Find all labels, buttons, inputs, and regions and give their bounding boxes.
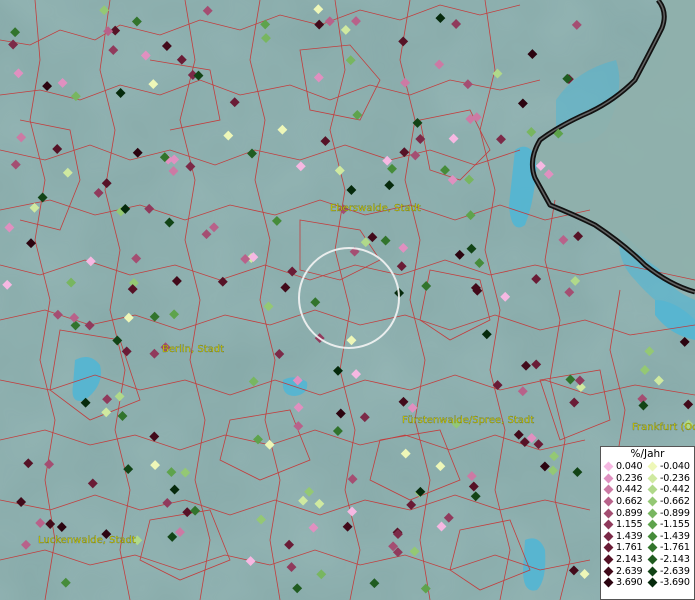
legend-swatch: [603, 496, 614, 507]
legend-row: 2.639: [603, 565, 648, 577]
legend-row: 0.236: [603, 472, 648, 485]
legend-row: 0.662: [603, 496, 648, 508]
legend-swatch: [603, 473, 614, 484]
legend-swatch: [647, 485, 658, 495]
legend-row: -2.639: [647, 565, 690, 577]
legend-swatch: [603, 531, 614, 542]
legend-row: -0.662: [647, 496, 690, 508]
legend-row: 2.143: [603, 554, 648, 566]
legend-row: 3.690: [603, 577, 648, 589]
legend-swatch: [647, 519, 658, 530]
legend-swatch: [603, 566, 614, 577]
legend-swatch: [647, 577, 658, 588]
legend-swatch: [603, 519, 614, 530]
legend-swatch: [647, 566, 658, 577]
legend-value: 0.899: [616, 507, 643, 519]
legend-value: -1.155: [660, 519, 690, 531]
legend-row: -0.442: [647, 484, 690, 496]
legend-swatch: [647, 531, 658, 542]
legend-value: -0.236: [660, 472, 690, 484]
legend-swatch: [603, 543, 614, 553]
legend-value: 0.662: [616, 496, 643, 508]
legend-value: 2.639: [616, 565, 643, 577]
legend-row: 0.899: [603, 507, 648, 519]
legend-value: 0.040: [616, 461, 643, 473]
legend-value: 3.690: [616, 577, 643, 589]
legend-value: -0.662: [660, 496, 690, 508]
legend-row: -1.439: [647, 530, 690, 543]
legend-negative-column: -0.040 -0.236 -0.442 -0.662 -0.899 -1.155 -1.4…: [647, 461, 690, 589]
legend-row: -0.040: [647, 461, 690, 473]
legend-row: -1.761: [647, 542, 690, 554]
legend-swatch: [647, 554, 658, 565]
city-label-berlin: Berlin, Stadt: [162, 344, 224, 355]
legend-swatch: [647, 461, 658, 472]
legend-value: -1.761: [660, 542, 690, 554]
legend-swatch: [603, 554, 614, 565]
legend-swatch: [647, 508, 658, 519]
legend-value: -0.442: [660, 484, 690, 496]
legend-value: 2.143: [616, 554, 643, 566]
legend-row: -1.155: [647, 519, 690, 531]
legend-row: 1.155: [603, 519, 648, 531]
legend: %/Jahr 0.040 0.236 0.442 0.662 0.899 1.155 1.4…: [600, 446, 695, 600]
legend-value: -2.143: [660, 554, 690, 566]
legend-swatch: [647, 473, 658, 484]
city-label-luckenwalde: Luckenwalde, Stadt: [38, 535, 136, 546]
city-label-frankfurt: Frankfurt (Oder): [632, 422, 695, 433]
legend-swatch: [603, 577, 614, 588]
legend-swatch: [603, 485, 614, 495]
city-label-eberswalde: Eberswalde, Stadt: [330, 203, 421, 214]
legend-value: -1.439: [660, 530, 690, 542]
legend-value: -0.899: [660, 507, 690, 519]
legend-row: 0.442: [603, 484, 648, 496]
legend-value: 1.439: [616, 530, 643, 542]
legend-value: 1.155: [616, 519, 643, 531]
legend-row: -0.236: [647, 472, 690, 485]
legend-row: 1.761: [603, 542, 648, 554]
legend-row: 1.439: [603, 530, 648, 543]
legend-swatch: [647, 496, 658, 507]
legend-value: 0.236: [616, 472, 643, 484]
legend-title: %/Jahr: [630, 448, 665, 460]
legend-swatch: [647, 543, 658, 553]
legend-swatch: [603, 508, 614, 519]
legend-value: -2.639: [660, 565, 690, 577]
legend-swatch: [603, 461, 614, 472]
city-label-fuerstenwalde: Fürstenwalde/Spree, Stadt: [402, 415, 534, 426]
legend-row: -2.143: [647, 554, 690, 566]
legend-value: -3.690: [660, 577, 690, 589]
map-canvas[interactable]: Eberswalde, Stadt Berlin, Stadt Fürstenw…: [0, 0, 695, 600]
legend-row: 0.040: [603, 461, 648, 473]
legend-value: 1.761: [616, 542, 643, 554]
legend-positive-column: 0.040 0.236 0.442 0.662 0.899 1.155 1.439 1.761…: [603, 461, 648, 589]
legend-value: -0.040: [660, 461, 690, 473]
legend-row: -3.690: [647, 577, 690, 589]
legend-value: 0.442: [616, 484, 643, 496]
legend-row: -0.899: [647, 507, 690, 519]
